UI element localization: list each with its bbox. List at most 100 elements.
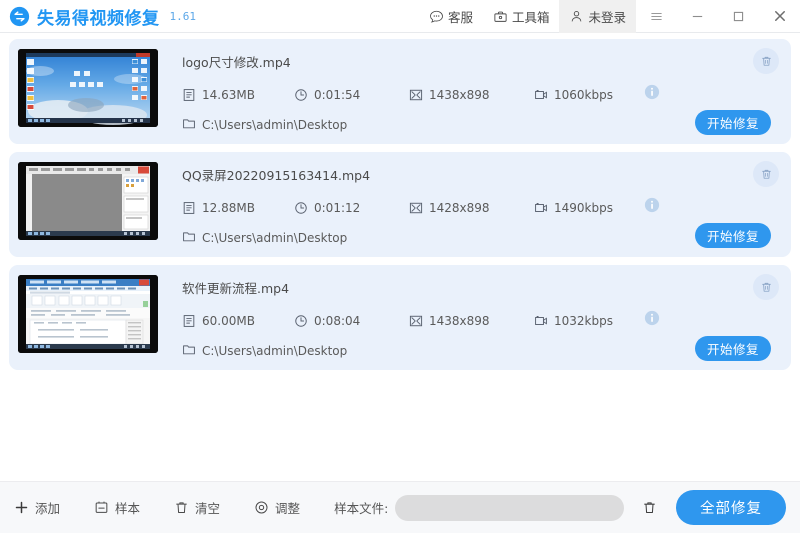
start-repair-button[interactable]: 开始修复 xyxy=(695,110,771,135)
titlebar-item-toolbox[interactable]: 工具箱 xyxy=(483,0,560,33)
file-size: 60.00MB xyxy=(182,314,294,328)
file-resolution: 1428x898 xyxy=(409,201,534,215)
file-name: logo尺寸修改.mp4 xyxy=(182,55,291,70)
file-size-value: 14.63MB xyxy=(202,87,255,102)
titlebar-item-label: 未登录 xyxy=(588,9,626,25)
file-duration-value: 0:01:12 xyxy=(314,200,361,215)
folder-icon xyxy=(182,342,196,359)
hamburger-icon[interactable] xyxy=(636,0,677,33)
trash-icon xyxy=(174,500,189,515)
file-resolution-value: 1438x898 xyxy=(429,313,490,328)
file-size: 14.63MB xyxy=(182,88,294,102)
resize-icon xyxy=(409,88,423,102)
file-size-value: 60.00MB xyxy=(202,313,255,328)
file-path: C:\Users\admin\Desktop xyxy=(182,229,685,246)
minimize-icon[interactable] xyxy=(677,0,718,33)
info-circle-icon[interactable] xyxy=(644,197,660,218)
document-icon xyxy=(182,201,196,215)
row-actions: 开始修复 xyxy=(685,273,781,362)
sample-file-label: 样本文件: xyxy=(334,501,389,516)
clock-icon xyxy=(294,314,308,328)
file-stats: 12.88MB 0:01:12 1428x898 1490kbps xyxy=(182,197,685,218)
info-circle-icon[interactable] xyxy=(644,310,660,331)
file-info: logo尺寸修改.mp4 14.63MB 0:01:54 1438x898 10… xyxy=(158,47,685,133)
trash-icon[interactable] xyxy=(753,48,779,74)
clock-icon xyxy=(294,201,308,215)
start-repair-button[interactable]: 开始修复 xyxy=(695,336,771,361)
file-bitrate: 1490kbps xyxy=(534,201,644,215)
titlebar-item-login[interactable]: 未登录 xyxy=(559,0,636,33)
file-row[interactable]: logo尺寸修改.mp4 14.63MB 0:01:54 1438x898 10… xyxy=(9,39,791,144)
video-camera-icon xyxy=(534,201,548,215)
start-repair-button[interactable]: 开始修复 xyxy=(695,223,771,248)
sample-file-delete-icon[interactable] xyxy=(642,500,657,515)
target-icon xyxy=(254,500,269,515)
file-resolution-value: 1428x898 xyxy=(429,200,490,215)
app-window: 失易得视频修复 1.61 客服 工具箱 未登录 logo尺寸修改.mp4 14.… xyxy=(0,0,800,533)
file-path-value: C:\Users\admin\Desktop xyxy=(202,343,348,358)
app-version: 1.61 xyxy=(169,9,197,23)
file-row[interactable]: QQ录屏20220915163414.mp4 12.88MB 0:01:12 1… xyxy=(9,152,791,257)
file-duration: 0:01:54 xyxy=(294,88,409,102)
clear-button[interactable]: 清空 xyxy=(174,498,220,517)
file-info: QQ录屏20220915163414.mp4 12.88MB 0:01:12 1… xyxy=(158,160,685,246)
file-list: logo尺寸修改.mp4 14.63MB 0:01:54 1438x898 10… xyxy=(0,33,800,481)
file-bitrate-value: 1060kbps xyxy=(554,87,613,102)
add-button-label: 添加 xyxy=(35,501,61,516)
file-resolution: 1438x898 xyxy=(409,88,534,102)
file-stats: 60.00MB 0:08:04 1438x898 1032kbps xyxy=(182,310,685,331)
titlebar-item-support[interactable]: 客服 xyxy=(419,0,483,33)
close-icon[interactable] xyxy=(759,0,800,33)
folder-icon xyxy=(182,116,196,133)
file-name: 软件更新流程.mp4 xyxy=(182,281,290,296)
file-stats: 14.63MB 0:01:54 1438x898 1060kbps xyxy=(182,84,685,105)
chat-bubble-icon xyxy=(429,9,444,24)
sample-button[interactable]: 样本 xyxy=(94,498,140,517)
file-duration: 0:01:12 xyxy=(294,201,409,215)
file-bitrate: 1060kbps xyxy=(534,88,644,102)
app-title: 失易得视频修复 xyxy=(37,8,160,29)
video-thumbnail[interactable] xyxy=(18,275,158,353)
document-icon xyxy=(182,314,196,328)
user-icon xyxy=(569,9,584,24)
file-resolution: 1438x898 xyxy=(409,314,534,328)
resize-icon xyxy=(409,314,423,328)
file-name: QQ录屏20220915163414.mp4 xyxy=(182,168,371,183)
repair-all-button[interactable]: 全部修复 xyxy=(676,490,786,525)
folder-icon xyxy=(182,229,196,246)
clock-icon xyxy=(294,88,308,102)
file-duration-value: 0:01:54 xyxy=(314,87,361,102)
title-bar: 失易得视频修复 1.61 客服 工具箱 未登录 xyxy=(0,0,800,33)
titlebar-item-label: 客服 xyxy=(447,9,473,25)
titlebar-item-label: 工具箱 xyxy=(511,9,550,25)
file-bitrate: 1032kbps xyxy=(534,314,644,328)
file-bitrate-value: 1490kbps xyxy=(554,200,613,215)
file-path-value: C:\Users\admin\Desktop xyxy=(202,230,348,245)
file-duration-value: 0:08:04 xyxy=(314,313,361,328)
bottom-toolbar: 添加 样本 清空 调整 样本文件: 全部修复 xyxy=(0,481,800,533)
file-path: C:\Users\admin\Desktop xyxy=(182,342,685,359)
sample-file-input[interactable] xyxy=(395,494,625,521)
plus-icon xyxy=(14,500,29,515)
file-row[interactable]: 软件更新流程.mp4 60.00MB 0:08:04 1438x898 1032… xyxy=(9,265,791,370)
trash-icon[interactable] xyxy=(753,274,779,300)
maximize-icon[interactable] xyxy=(718,0,759,33)
document-icon xyxy=(182,88,196,102)
trash-icon[interactable] xyxy=(753,161,779,187)
adjust-button[interactable]: 调整 xyxy=(254,498,300,517)
video-thumbnail[interactable] xyxy=(18,49,158,127)
file-size-value: 12.88MB xyxy=(202,200,255,215)
add-button[interactable]: 添加 xyxy=(14,498,60,517)
sample-button-label: 样本 xyxy=(115,501,141,516)
info-circle-icon[interactable] xyxy=(644,84,660,105)
file-size: 12.88MB xyxy=(182,201,294,215)
video-camera-icon xyxy=(534,88,548,102)
brand: 失易得视频修复 1.61 xyxy=(0,4,196,29)
video-camera-icon xyxy=(534,314,548,328)
file-duration: 0:08:04 xyxy=(294,314,409,328)
video-thumbnail[interactable] xyxy=(18,162,158,240)
recovery-arrow-logo-icon xyxy=(9,6,30,27)
file-info: 软件更新流程.mp4 60.00MB 0:08:04 1438x898 1032… xyxy=(158,273,685,359)
resize-icon xyxy=(409,201,423,215)
row-actions: 开始修复 xyxy=(685,47,781,136)
